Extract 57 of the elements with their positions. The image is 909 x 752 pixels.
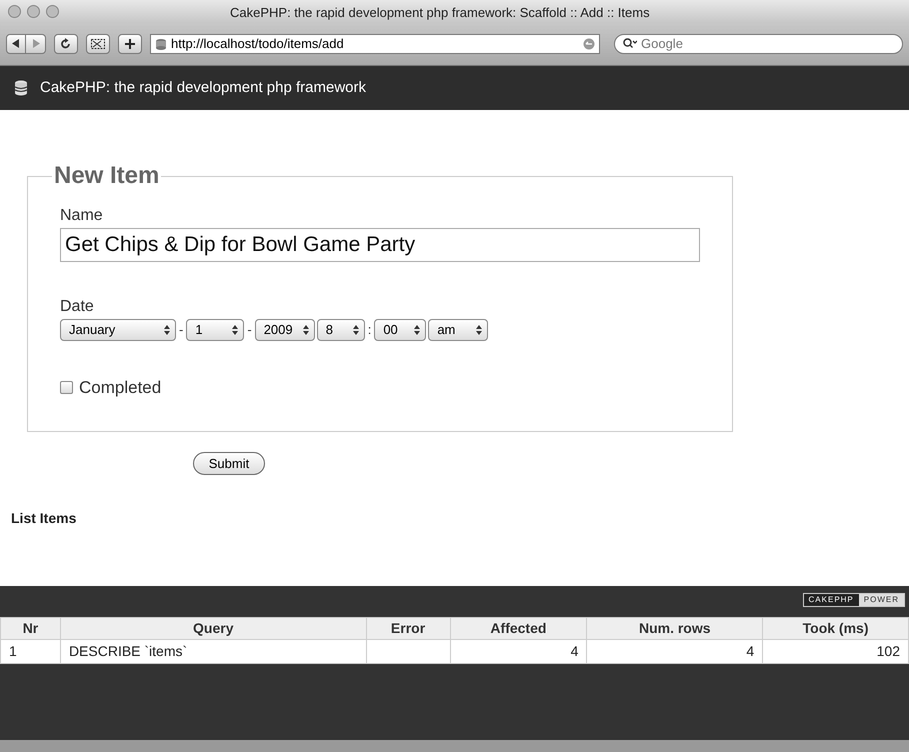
back-button[interactable] [6,34,26,54]
column-header: Query [60,618,366,640]
column-header: Nr [0,618,60,640]
date-separator: : [366,321,372,340]
submit-button[interactable]: Submit [193,452,265,475]
forward-icon [32,39,40,48]
site-icon [155,38,167,50]
checkbox-label: Completed [79,377,162,399]
window-control-icon[interactable] [27,4,40,18]
column-header: Error [366,618,450,640]
field-label: Name [60,206,104,226]
table-cell: 4 [586,640,763,664]
snippet-button[interactable] [86,34,110,54]
database-icon [14,80,28,96]
date-select[interactable]: am [428,319,488,341]
column-header: Num. rows [586,618,763,640]
field-label: Date [60,297,95,317]
table-cell: 102 [762,640,908,664]
date-select[interactable]: January [60,319,176,341]
add-bookmark-button[interactable] [118,34,142,54]
url-text: http://localhost/todo/items/add [171,34,345,53]
date-select[interactable]: 2009 [254,319,315,341]
window-control-icon[interactable] [8,4,21,18]
address-field[interactable]: http://localhost/todo/items/add [150,34,600,54]
name-input[interactable]: Get Chips & Dip for Bowl Game Party [60,228,700,262]
window-control-icon[interactable] [46,4,59,18]
plus-icon [125,38,135,48]
reload-icon [61,38,71,49]
badge-text: POWER [858,594,904,606]
date-separator: - [178,321,184,340]
stepper-icon [231,324,240,336]
stepper-icon [475,324,484,336]
stepper-icon [163,324,171,336]
reload-button[interactable] [54,34,78,54]
form-legend: New Item [52,158,162,194]
stepper-icon [352,324,360,336]
date-select[interactable]: 8 [316,319,365,341]
window-title: CakePHP: the rapid development php framework: Scaffold :: Add :: Items [230,4,650,22]
stepper-icon [413,324,422,336]
date-separator: - [246,321,253,340]
stepper-icon [302,324,310,336]
column-header: Took (ms) [762,618,908,640]
list-items-link[interactable]: List Items [11,508,909,529]
date-select[interactable]: 00 [374,319,426,341]
column-header: Affected [450,618,587,640]
search-icon [623,38,637,49]
snapback-icon[interactable] [583,38,595,50]
back-icon [12,39,20,48]
date-select[interactable]: 1 [186,319,244,341]
forward-button[interactable] [26,34,46,54]
table-cell: 4 [450,640,587,664]
table-cell: DESCRIBE `items` [60,640,366,664]
table-cell: 1 [0,640,60,664]
search-field[interactable]: Google [614,34,903,54]
completed-checkbox[interactable] [60,381,73,394]
header-title: CakePHP: the rapid development php framework [40,78,366,98]
badge-text: CAKEPHP [804,594,859,606]
